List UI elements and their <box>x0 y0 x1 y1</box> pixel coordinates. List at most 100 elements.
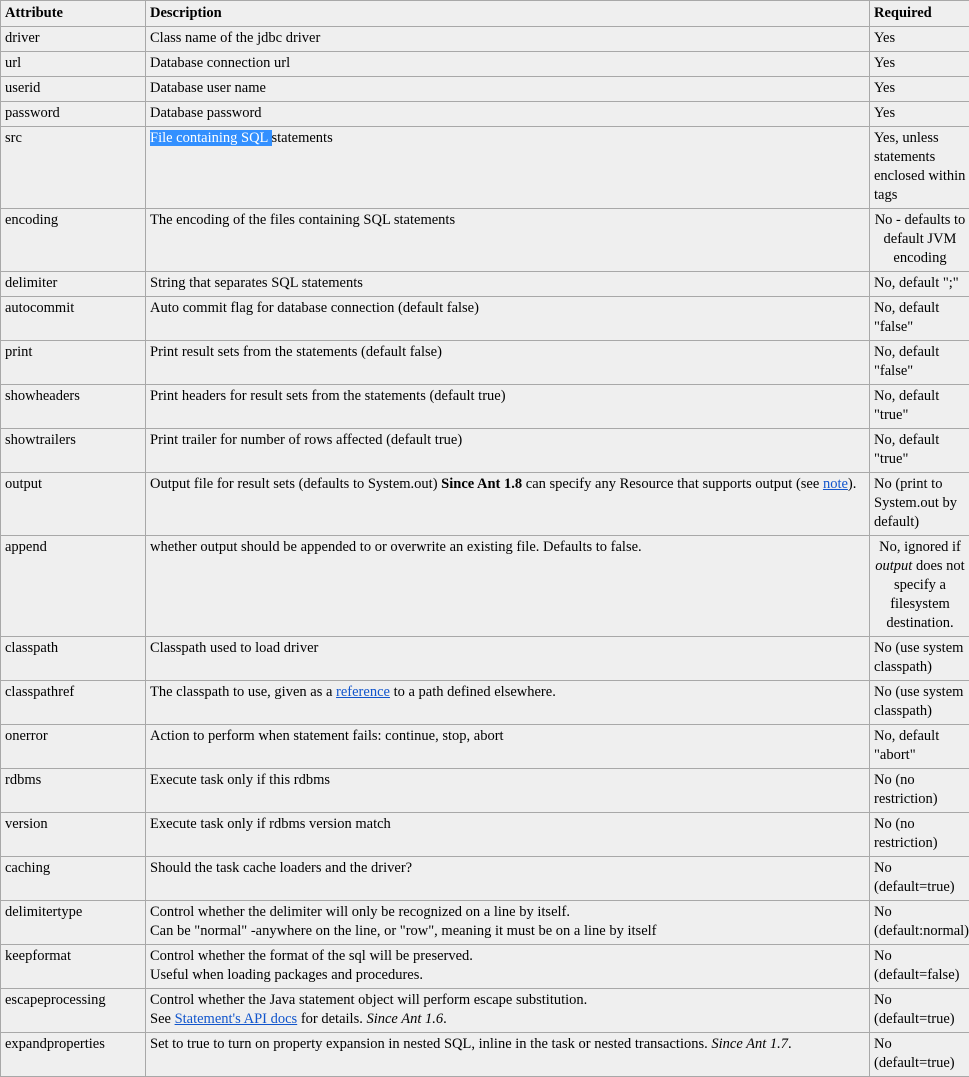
attribute-description: Database connection url <box>146 52 870 77</box>
attribute-name: version <box>1 813 146 857</box>
since-version: Since Ant 1.6 <box>366 1011 443 1027</box>
description-text: Useful when loading packages and procedu… <box>150 967 423 983</box>
attribute-name: password <box>1 102 146 127</box>
attribute-required: Yes <box>870 102 969 127</box>
attribute-required: No (no restriction) <box>870 769 969 813</box>
table-row: delimitertype Control whether the delimi… <box>1 901 969 945</box>
table-row: version Execute task only if rdbms versi… <box>1 813 969 857</box>
attribute-required: No (print to System.out by default) <box>870 473 969 536</box>
attribute-name: classpath <box>1 637 146 681</box>
attribute-name: url <box>1 52 146 77</box>
attribute-required: No (default=true) <box>870 857 969 901</box>
attribute-name: userid <box>1 77 146 102</box>
attribute-required: No, default "false" <box>870 341 969 385</box>
attribute-name: print <box>1 341 146 385</box>
attribute-description: Execute task only if rdbms version match <box>146 813 870 857</box>
table-row: output Output file for result sets (defa… <box>1 473 969 536</box>
attribute-description: Class name of the jdbc driver <box>146 27 870 52</box>
attribute-required: No (default=true) <box>870 1033 969 1077</box>
attribute-description: Output file for result sets (defaults to… <box>146 473 870 536</box>
attribute-description: Print headers for result sets from the s… <box>146 385 870 429</box>
attribute-name: delimitertype <box>1 901 146 945</box>
description-text: See <box>150 1011 175 1027</box>
attribute-description: whether output should be appended to or … <box>146 536 870 637</box>
header-description: Description <box>146 1 870 27</box>
attribute-name: showheaders <box>1 385 146 429</box>
table-row: keepformat Control whether the format of… <box>1 945 969 989</box>
since-version: Since Ant 1.8 <box>441 476 522 492</box>
header-attribute: Attribute <box>1 1 146 27</box>
description-text: ). <box>848 476 856 492</box>
table-row: classpath Classpath used to load driver … <box>1 637 969 681</box>
description-text: Output file for result sets (defaults to… <box>150 476 441 492</box>
table-row: onerror Action to perform when statement… <box>1 725 969 769</box>
table-row: src File containing SQL statements Yes, … <box>1 127 969 209</box>
description-text: . <box>443 1011 447 1027</box>
table-row: delimiter String that separates SQL stat… <box>1 272 969 297</box>
attribute-name: driver <box>1 27 146 52</box>
attribute-required: No, default "abort" <box>870 725 969 769</box>
required-text: No, ignored if <box>879 539 961 555</box>
table-row: classpathref The classpath to use, given… <box>1 681 969 725</box>
description-text: statements <box>272 130 333 146</box>
description-text: Control whether the format of the sql wi… <box>150 948 473 964</box>
attribute-name: onerror <box>1 725 146 769</box>
attribute-description: The encoding of the files containing SQL… <box>146 209 870 272</box>
table-row: userid Database user name Yes <box>1 77 969 102</box>
required-emphasis: output <box>875 558 912 574</box>
attribute-name: output <box>1 473 146 536</box>
attribute-description: The classpath to use, given as a referen… <box>146 681 870 725</box>
attributes-table: Attribute Description Required driver Cl… <box>0 0 969 1077</box>
description-text: to a path defined elsewhere. <box>390 684 556 700</box>
attribute-description: Control whether the Java statement objec… <box>146 989 870 1033</box>
attribute-description: Database user name <box>146 77 870 102</box>
table-row: url Database connection url Yes <box>1 52 969 77</box>
attribute-required: Yes <box>870 77 969 102</box>
table-row: escapeprocessing Control whether the Jav… <box>1 989 969 1033</box>
attribute-description: Classpath used to load driver <box>146 637 870 681</box>
attribute-name: delimiter <box>1 272 146 297</box>
attribute-name: expandproperties <box>1 1033 146 1077</box>
api-docs-link[interactable]: Statement's API docs <box>175 1011 298 1027</box>
attribute-required: No, default "true" <box>870 385 969 429</box>
table-header-row: Attribute Description Required <box>1 1 969 27</box>
attribute-description: Print trailer for number of rows affecte… <box>146 429 870 473</box>
attribute-description: Action to perform when statement fails: … <box>146 725 870 769</box>
attribute-name: classpathref <box>1 681 146 725</box>
attribute-description: Control whether the delimiter will only … <box>146 901 870 945</box>
attribute-required: No (default=true) <box>870 989 969 1033</box>
attribute-name: autocommit <box>1 297 146 341</box>
description-text: The classpath to use, given as a <box>150 684 336 700</box>
reference-link[interactable]: reference <box>336 684 390 700</box>
table-row: driver Class name of the jdbc driver Yes <box>1 27 969 52</box>
attribute-description: Auto commit flag for database connection… <box>146 297 870 341</box>
table-row: autocommit Auto commit flag for database… <box>1 297 969 341</box>
table-row: rdbms Execute task only if this rdbms No… <box>1 769 969 813</box>
attribute-required: No, default "true" <box>870 429 969 473</box>
header-required: Required <box>870 1 969 27</box>
table-row: showheaders Print headers for result set… <box>1 385 969 429</box>
attribute-name: caching <box>1 857 146 901</box>
attribute-name: src <box>1 127 146 209</box>
attribute-required: No, default "false" <box>870 297 969 341</box>
table-row: append whether output should be appended… <box>1 536 969 637</box>
attribute-description: Execute task only if this rdbms <box>146 769 870 813</box>
attribute-required: No (no restriction) <box>870 813 969 857</box>
table-row: expandproperties Set to true to turn on … <box>1 1033 969 1077</box>
selected-text[interactable]: File containing SQL <box>150 130 272 146</box>
attribute-name: encoding <box>1 209 146 272</box>
attribute-description: Print result sets from the statements (d… <box>146 341 870 385</box>
attribute-required: No (use system classpath) <box>870 681 969 725</box>
attribute-required: No (default:normal) <box>870 901 969 945</box>
attribute-required: Yes, unless statements enclosed within t… <box>870 127 969 209</box>
description-text: Can be "normal" -anywhere on the line, o… <box>150 923 656 939</box>
attribute-name: escapeprocessing <box>1 989 146 1033</box>
attribute-required: No - defaults to default JVM encoding <box>870 209 969 272</box>
note-link[interactable]: note <box>823 476 848 492</box>
attribute-name: showtrailers <box>1 429 146 473</box>
attribute-required: No (default=false) <box>870 945 969 989</box>
description-text: Control whether the delimiter will only … <box>150 904 570 920</box>
description-text: can specify any Resource that supports o… <box>522 476 823 492</box>
attribute-required: No, default ";" <box>870 272 969 297</box>
attribute-required: No (use system classpath) <box>870 637 969 681</box>
